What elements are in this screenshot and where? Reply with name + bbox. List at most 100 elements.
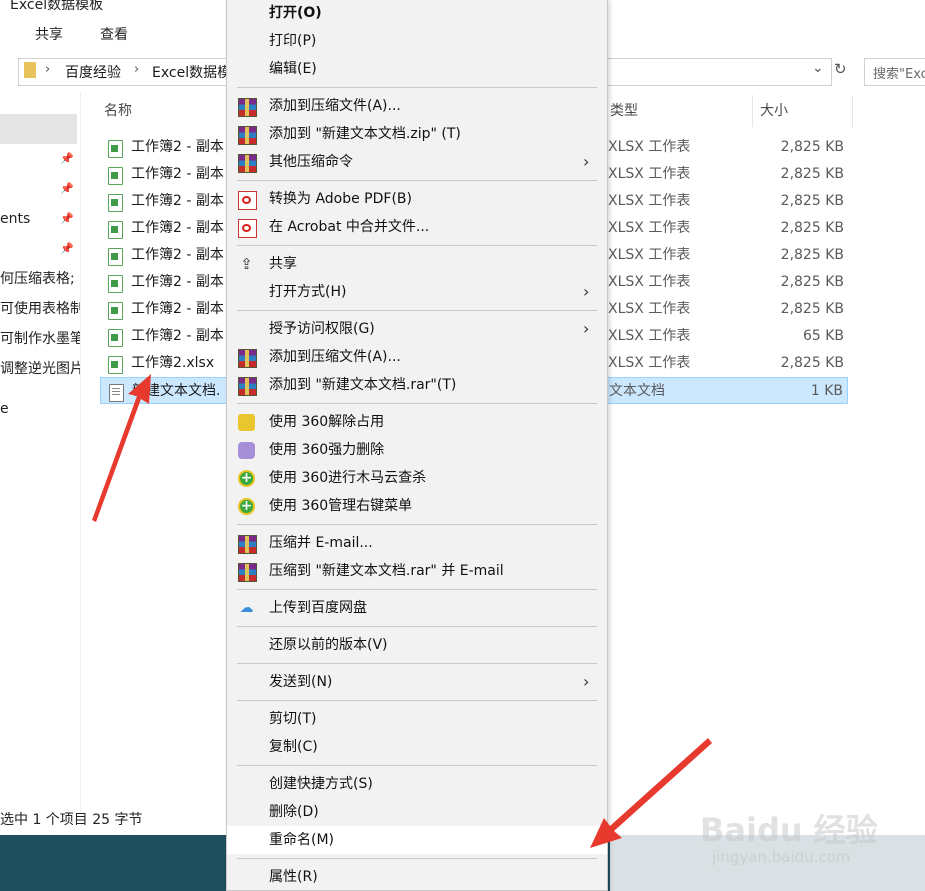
winrar-icon	[238, 377, 257, 396]
360-unlock-icon	[238, 414, 255, 431]
file-type: XLSX 工作表	[608, 220, 691, 236]
menu-item[interactable]: 添加到压缩文件(A)...	[227, 343, 607, 371]
watermark-brand: Baidu 经验	[700, 811, 878, 849]
excel-file-icon	[108, 140, 123, 158]
menu-item[interactable]: + 使用 360进行木马云查杀	[227, 464, 607, 492]
address-dropdown-icon[interactable]: ⌄	[812, 60, 824, 76]
menu-item[interactable]: 剪切(T)	[227, 705, 607, 733]
tab-view[interactable]: 查看	[100, 24, 128, 44]
folder-icon	[24, 62, 36, 78]
nav-selected-item[interactable]	[0, 114, 77, 144]
tab-share[interactable]: 共享	[35, 24, 63, 44]
menu-item[interactable]: 添加到压缩文件(A)...	[227, 92, 607, 120]
menu-item-label: 添加到压缩文件(A)...	[269, 98, 401, 114]
menu-item[interactable]: 打印(P)	[227, 27, 607, 55]
submenu-chevron-icon: ›	[583, 319, 590, 338]
menu-item[interactable]: 重命名(M)	[227, 826, 607, 854]
menu-separator	[237, 524, 597, 525]
menu-item[interactable]: 属性(R)	[227, 863, 607, 891]
menu-item[interactable]: 创建快捷方式(S)	[227, 770, 607, 798]
menu-item-label: 添加到压缩文件(A)...	[269, 349, 401, 365]
menu-item-label: 授予访问权限(G)	[269, 321, 375, 337]
column-header-size[interactable]: 大小	[760, 100, 788, 120]
breadcrumb-separator-icon: ›	[134, 62, 140, 77]
menu-item[interactable]: 在 Acrobat 中合并文件...	[227, 213, 607, 241]
nav-item-folder-1[interactable]: 何压缩表格;	[0, 266, 80, 293]
menu-item-label: 打开方式(H)	[269, 284, 347, 300]
menu-item[interactable]: 转换为 Adobe PDF(B)	[227, 185, 607, 213]
menu-item[interactable]: ⇪ 共享	[227, 250, 607, 278]
menu-item[interactable]: 其他压缩命令 ›	[227, 148, 607, 176]
excel-file-icon	[108, 221, 123, 239]
nav-item-folder-2[interactable]: 可使用表格制	[0, 296, 80, 323]
menu-item[interactable]: 还原以前的版本(V)	[227, 631, 607, 659]
menu-item-label: 使用 360强力删除	[269, 442, 385, 458]
pin-icon[interactable]: 📌	[60, 152, 74, 165]
menu-item[interactable]: 使用 360强力删除	[227, 436, 607, 464]
nav-item-folder-3[interactable]: 可制作水墨笔	[0, 326, 80, 353]
menu-separator	[237, 589, 597, 590]
menu-item-label: 打开(O)	[269, 5, 322, 21]
menu-item-label: 转换为 Adobe PDF(B)	[269, 191, 412, 207]
menu-item[interactable]: + 使用 360管理右键菜单	[227, 492, 607, 520]
menu-item[interactable]: 添加到 "新建文本文档.rar"(T)	[227, 371, 607, 399]
menu-item[interactable]: 打开方式(H) ›	[227, 278, 607, 306]
menu-item[interactable]: 压缩并 E-mail...	[227, 529, 607, 557]
menu-separator	[237, 626, 597, 627]
menu-item[interactable]: 编辑(E)	[227, 55, 607, 83]
red-arrow-annotation	[92, 374, 151, 522]
menu-item[interactable]: 复制(C)	[227, 733, 607, 761]
pin-icon[interactable]: 📌	[60, 242, 74, 255]
pin-icon[interactable]: 📌	[60, 212, 74, 225]
column-separator[interactable]	[752, 95, 753, 127]
column-header-type[interactable]: 类型	[610, 100, 638, 120]
excel-file-icon	[108, 302, 123, 320]
submenu-chevron-icon: ›	[583, 282, 590, 301]
menu-item-label: 其他压缩命令	[269, 154, 353, 170]
menu-item[interactable]: 打开(O)	[227, 0, 607, 27]
menu-item-label: 属性(R)	[269, 869, 318, 885]
baidu-cloud-icon: ☁	[239, 600, 254, 616]
menu-item[interactable]: 授予访问权限(G) ›	[227, 315, 607, 343]
breadcrumb-item-excel[interactable]: Excel数据模	[152, 62, 231, 82]
file-size: 2,825 KB	[780, 139, 844, 155]
winrar-icon	[238, 349, 257, 368]
menu-item[interactable]: 添加到 "新建文本文档.zip" (T)	[227, 120, 607, 148]
pin-icon[interactable]: 📌	[60, 182, 74, 195]
menu-item[interactable]: 删除(D)	[227, 798, 607, 826]
menu-item-label: 添加到 "新建文本文档.rar"(T)	[269, 377, 457, 393]
menu-separator	[237, 700, 597, 701]
menu-item-label: 剪切(T)	[269, 711, 317, 727]
menu-item-label: 还原以前的版本(V)	[269, 637, 388, 653]
red-arrow-annotation	[590, 738, 712, 848]
360-delete-icon	[238, 442, 255, 459]
menu-separator	[237, 180, 597, 181]
search-input[interactable]: 搜索"Exc	[864, 58, 925, 86]
share-icon: ⇪	[240, 255, 253, 273]
menu-item[interactable]: ☁ 上传到百度网盘	[227, 594, 607, 622]
search-placeholder: 搜索"Exc	[873, 67, 925, 82]
refresh-icon[interactable]: ↻	[834, 60, 847, 78]
pdf-icon	[238, 219, 257, 238]
menu-item[interactable]: 发送到(N) ›	[227, 668, 607, 696]
file-size: 2,825 KB	[780, 301, 844, 317]
nav-item-folder-4[interactable]: 调整逆光图片	[0, 356, 80, 383]
file-size: 2,825 KB	[780, 247, 844, 263]
breadcrumb-item-baidu[interactable]: 百度经验	[65, 62, 121, 82]
menu-item-label: 使用 360解除占用	[269, 414, 385, 430]
nav-item-folder-5[interactable]: e	[0, 396, 80, 423]
context-menu: 打开(O) 打印(P) 编辑(E) 添加到压缩文件(A)... 添加到 "新建文本文档.…	[226, 0, 608, 891]
menu-item[interactable]: 使用 360解除占用	[227, 408, 607, 436]
file-name: 工作簿2 - 副本	[131, 193, 224, 209]
file-type: XLSX 工作表	[608, 355, 691, 371]
menu-item[interactable]: 压缩到 "新建文本文档.rar" 并 E-mail	[227, 557, 607, 585]
menu-separator	[237, 87, 597, 88]
column-header-name[interactable]: 名称	[104, 100, 132, 120]
file-type: XLSX 工作表	[608, 193, 691, 209]
menu-item-label: 使用 360管理右键菜单	[269, 498, 413, 514]
file-type: XLSX 工作表	[608, 328, 691, 344]
file-type: XLSX 工作表	[608, 166, 691, 182]
column-separator[interactable]	[852, 95, 853, 127]
breadcrumb-separator-icon: ›	[45, 62, 51, 77]
file-name: 工作簿2 - 副本	[131, 139, 224, 155]
